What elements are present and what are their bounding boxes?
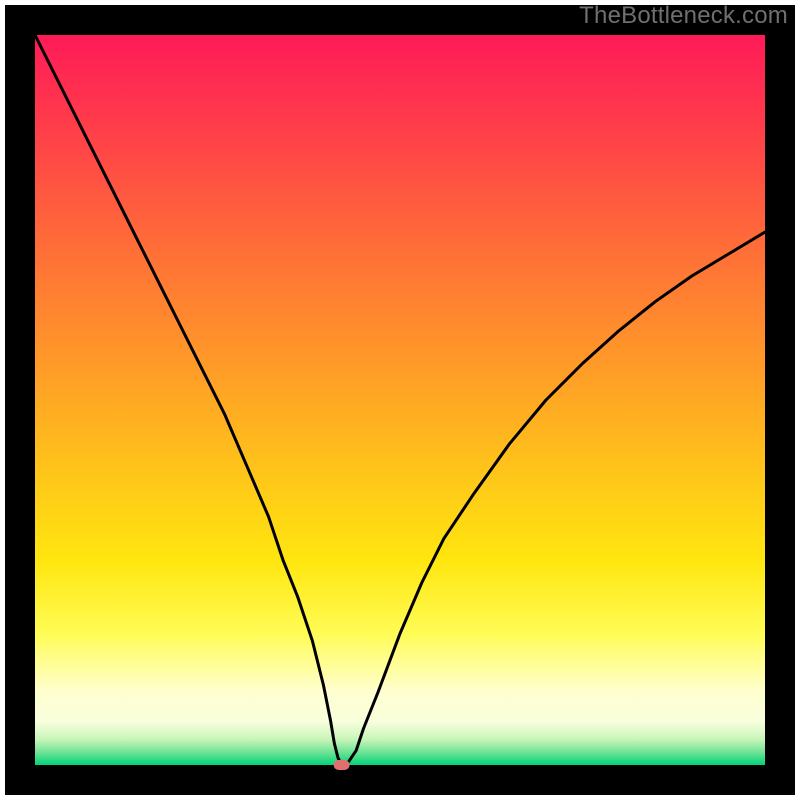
bottleneck-chart: TheBottleneck.com (0, 0, 800, 800)
watermark-text: TheBottleneck.com (579, 2, 788, 30)
chart-svg (0, 0, 800, 800)
